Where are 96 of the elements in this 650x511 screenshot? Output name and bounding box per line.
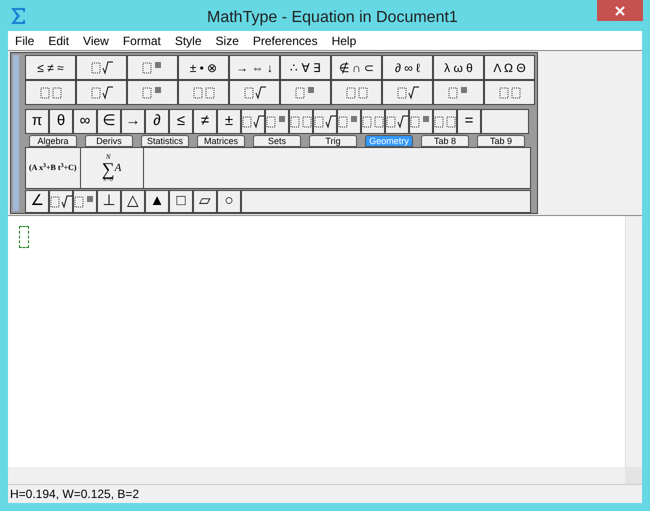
palette-button[interactable] (76, 55, 127, 80)
palette-button[interactable] (484, 80, 535, 105)
palette-button[interactable]: ▱ (193, 190, 217, 213)
template-icon (244, 86, 266, 100)
palette-button[interactable] (382, 80, 433, 105)
palette-button[interactable] (433, 109, 457, 134)
palette-button[interactable]: ∞ (73, 109, 97, 134)
template-icon (448, 86, 470, 100)
palette-tab[interactable]: Statistics (141, 135, 189, 147)
palette-button[interactable]: → ⇔ ↓ (229, 55, 280, 80)
palette-button[interactable]: ≠ (193, 109, 217, 134)
palette-button[interactable] (229, 80, 280, 105)
close-button[interactable] (597, 0, 643, 21)
template-icon (434, 114, 456, 128)
palette-button[interactable]: λ ω θ (433, 55, 484, 80)
vertical-scrollbar[interactable] (625, 216, 642, 467)
palette-button[interactable] (385, 109, 409, 134)
palette-button[interactable]: → (121, 109, 145, 134)
palette-button[interactable] (337, 109, 361, 134)
palette-button[interactable] (289, 109, 313, 134)
palette-tab[interactable]: Sets (253, 135, 301, 147)
palette-button[interactable]: ▲ (145, 190, 169, 213)
palette-tab[interactable]: Tab 8 (421, 135, 469, 147)
menu-item[interactable]: Size (216, 32, 239, 50)
palette-button[interactable] (433, 80, 484, 105)
palette-button[interactable]: △ (121, 190, 145, 213)
template-icon (498, 86, 520, 100)
menu-item[interactable]: Format (122, 32, 161, 50)
template-icon (410, 114, 432, 128)
template-icon (90, 60, 112, 74)
template-icon (192, 86, 214, 100)
menu-item[interactable]: Style (174, 32, 202, 50)
palette-tab[interactable]: Derivs (85, 135, 133, 147)
menu-item[interactable]: File (15, 32, 34, 50)
insertion-box (19, 226, 29, 248)
palette-button[interactable] (331, 80, 382, 105)
palette-button[interactable] (241, 109, 265, 134)
palette-button[interactable]: ⊥ (97, 190, 121, 213)
template-icon (142, 60, 164, 74)
palette-button[interactable] (280, 80, 331, 105)
palette-button[interactable] (361, 109, 385, 134)
expression-button[interactable]: (A x$^{3}$+B t$^{3}$+C) (26, 148, 81, 188)
palette-button[interactable]: ∉ ∩ ⊂ (331, 55, 382, 80)
template-icon (386, 114, 408, 128)
template-icon (290, 114, 312, 128)
close-icon (615, 6, 625, 16)
status-text: H=0.194, W=0.125, B=2 (10, 486, 140, 503)
palette-button[interactable]: θ (49, 109, 73, 134)
palette-button[interactable] (25, 80, 76, 105)
palette-button[interactable]: ∴ ∀ ∃ (280, 55, 331, 80)
menu-item[interactable]: View (83, 32, 109, 50)
palette-button[interactable] (313, 109, 337, 134)
palette-button[interactable]: ± • ⊗ (178, 55, 229, 80)
palette-button[interactable] (409, 109, 433, 134)
menu-item[interactable]: Edit (48, 32, 70, 50)
palette-button[interactable]: Λ Ω Θ (484, 55, 535, 80)
palette-button[interactable]: ∂ ∞ ℓ (382, 55, 433, 80)
palette-button[interactable]: ∠ (25, 190, 49, 213)
sigma-icon (10, 6, 26, 24)
template-icon (50, 194, 72, 208)
window-title: MathType - Equation in Document1 (207, 8, 458, 28)
template-icon (314, 114, 336, 128)
menu-item[interactable]: Help (332, 32, 356, 50)
horizontal-scrollbar[interactable] (8, 467, 625, 484)
palette-button[interactable]: ∈ (97, 109, 121, 134)
template-icon (40, 86, 62, 100)
template-icon (294, 86, 316, 100)
palette-button[interactable] (127, 80, 178, 105)
template-icon (142, 86, 164, 100)
palette-button[interactable]: ± (217, 109, 241, 134)
template-icon (396, 86, 418, 100)
palette-button[interactable] (76, 80, 127, 105)
template-icon (338, 114, 360, 128)
palette-tab[interactable]: Matrices (197, 135, 245, 147)
palette-tab[interactable]: Algebra (29, 135, 77, 147)
menu-item[interactable]: Preferences (252, 32, 318, 50)
palette-button[interactable]: = (457, 109, 481, 134)
palette-button[interactable] (178, 80, 229, 105)
template-icon (242, 114, 264, 128)
palette-button[interactable] (127, 55, 178, 80)
palette-button[interactable] (73, 190, 97, 213)
template-icon (362, 114, 384, 128)
palette-tab[interactable]: Trig (309, 135, 357, 147)
palette-button[interactable]: ∂ (145, 109, 169, 134)
palette-button[interactable] (49, 190, 73, 213)
palette-button[interactable]: ≤ (169, 109, 193, 134)
palette-button[interactable]: ○ (217, 190, 241, 213)
palette-button[interactable]: π (25, 109, 49, 134)
palette-button[interactable]: ≤ ≠ ≈ (25, 55, 76, 80)
template-icon (346, 86, 368, 100)
palette-button[interactable]: □ (169, 190, 193, 213)
template-icon (266, 114, 288, 128)
template-icon (74, 194, 96, 208)
palette-button[interactable] (265, 109, 289, 134)
template-icon (90, 86, 112, 100)
palette-tab[interactable]: Tab 9 (477, 135, 525, 147)
